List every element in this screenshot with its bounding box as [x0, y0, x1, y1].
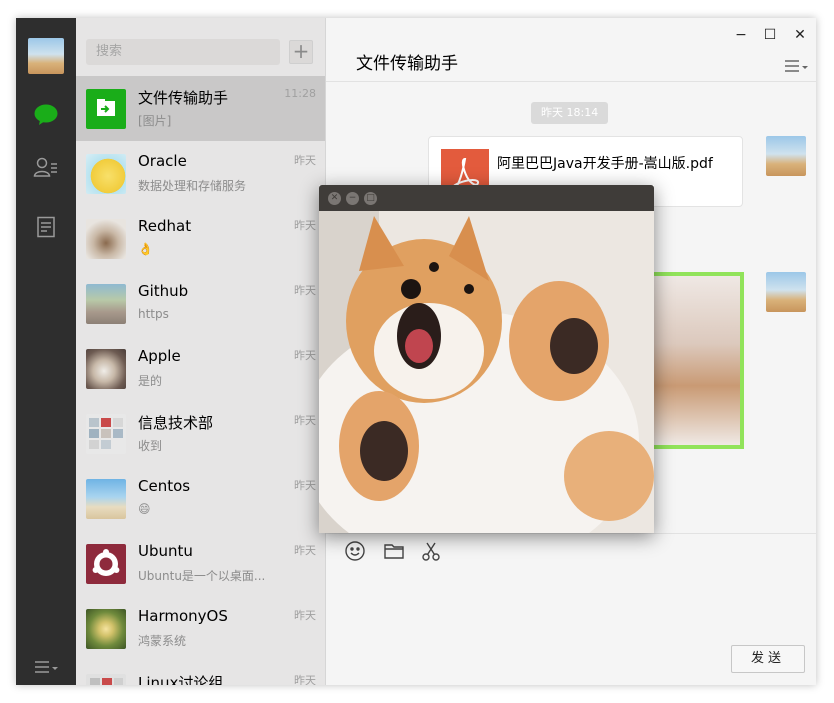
- chat-item-oracle[interactable]: Oracle 昨天 数据处理和存储服务: [76, 141, 325, 206]
- chat-name: Redhat: [138, 217, 192, 235]
- chat-time: 昨天: [294, 219, 316, 232]
- chat-item-ubuntu[interactable]: Ubuntu 昨天 Ubuntu是一个以桌面...: [76, 531, 325, 596]
- chat-time: 昨天: [294, 544, 316, 557]
- composer-divider: [326, 533, 816, 534]
- chat-list-panel: 搜索 + 文件传输助手 11:28 [图片] Oracle 昨天 数据处理和存储…: [76, 18, 326, 685]
- chat-list: 文件传输助手 11:28 [图片] Oracle 昨天 数据处理和存储服务 Re…: [76, 76, 325, 685]
- chat-preview: 👌: [138, 242, 153, 256]
- github-avatar: [86, 284, 126, 324]
- contacts-icon[interactable]: [33, 154, 59, 180]
- viewer-minimize-button[interactable]: −: [346, 192, 359, 205]
- group-avatar: [86, 674, 126, 685]
- chat-name: Centos: [138, 477, 191, 495]
- my-avatar[interactable]: [28, 38, 64, 74]
- emoji-icon[interactable]: [344, 540, 366, 562]
- screenshot-icon[interactable]: [420, 540, 442, 562]
- start-chat-button[interactable]: +: [289, 40, 313, 64]
- minimize-button[interactable]: −: [732, 26, 750, 44]
- time-divider: 昨天 18:14: [531, 102, 609, 124]
- chat-preview: 鸿蒙系统: [138, 634, 187, 648]
- chat-name: HarmonyOS: [138, 607, 228, 625]
- chat-name: Github: [138, 282, 189, 300]
- chat-time: 昨天: [294, 349, 316, 362]
- chat-menu-icon[interactable]: [784, 58, 810, 74]
- viewer-maximize-button[interactable]: □: [364, 192, 377, 205]
- chat-item-file-transfer[interactable]: 文件传输助手 11:28 [图片]: [76, 76, 325, 141]
- file-name: 阿里巴巴Java开发手册-嵩山版.pdf: [497, 156, 713, 172]
- my-avatar-message[interactable]: [766, 136, 806, 176]
- chat-preview: 数据处理和存储服务: [138, 179, 247, 193]
- maximize-button[interactable]: ☐: [761, 26, 779, 44]
- centos-avatar: [86, 479, 126, 519]
- chat-preview: 收到: [138, 439, 163, 453]
- chat-icon[interactable]: [33, 102, 59, 128]
- oracle-avatar: [86, 154, 126, 194]
- ubuntu-avatar: [86, 544, 126, 584]
- chat-preview: Ubuntu是一个以桌面...: [138, 569, 266, 583]
- chat-name: 信息技术部: [138, 414, 214, 432]
- my-avatar-message[interactable]: [766, 272, 806, 312]
- shiba-image: [319, 211, 654, 533]
- viewer-close-button[interactable]: ✕: [328, 192, 341, 205]
- collections-icon[interactable]: [33, 214, 59, 240]
- chat-preview: [图片]: [138, 114, 172, 128]
- chat-time: 昨天: [294, 609, 316, 622]
- chat-item-linux-group[interactable]: Linux讨论组 昨天: [76, 661, 325, 685]
- more-menu-icon[interactable]: [33, 654, 59, 680]
- chat-item-redhat[interactable]: Redhat 昨天 👌: [76, 206, 325, 271]
- chat-time: 11:28: [284, 87, 316, 100]
- redhat-avatar: [86, 219, 126, 259]
- chat-item-apple[interactable]: Apple 昨天 是的: [76, 336, 325, 401]
- viewer-titlebar[interactable]: ✕ − □: [319, 185, 654, 211]
- search-input[interactable]: 搜索: [86, 39, 280, 65]
- close-button[interactable]: ✕: [791, 26, 809, 44]
- image-viewer-window: ✕ − □: [319, 185, 654, 533]
- chat-time: 昨天: [294, 284, 316, 297]
- chat-time: 昨天: [294, 154, 316, 167]
- chat-time: 昨天: [294, 674, 316, 685]
- header-divider: [326, 81, 816, 82]
- folder-icon[interactable]: [383, 540, 405, 562]
- chat-preview: https: [138, 307, 169, 321]
- apple-avatar: [86, 349, 126, 389]
- harmonyos-avatar: [86, 609, 126, 649]
- chat-item-github[interactable]: Github 昨天 https: [76, 271, 325, 336]
- chat-preview: 😄: [138, 502, 151, 516]
- chat-name: Apple: [138, 347, 181, 365]
- image-message[interactable]: [646, 272, 744, 449]
- chat-time: 昨天: [294, 414, 316, 427]
- file-transfer-avatar: [86, 89, 126, 129]
- chat-preview: 是的: [138, 374, 163, 388]
- chat-item-it-department[interactable]: 信息技术部 昨天 收到: [76, 401, 325, 466]
- chat-name: Ubuntu: [138, 542, 193, 560]
- chat-name: Linux讨论组: [138, 674, 224, 685]
- group-avatar: [86, 414, 126, 454]
- chat-name: 文件传输助手: [138, 89, 229, 107]
- chat-item-centos[interactable]: Centos 昨天 😄: [76, 466, 325, 531]
- send-button[interactable]: 发送: [731, 645, 805, 673]
- chat-name: Oracle: [138, 152, 187, 170]
- chat-time: 昨天: [294, 479, 316, 492]
- chat-item-harmonyos[interactable]: HarmonyOS 昨天 鸿蒙系统: [76, 596, 325, 661]
- conversation-title: 文件传输助手: [356, 54, 458, 74]
- nav-bar: [16, 18, 76, 685]
